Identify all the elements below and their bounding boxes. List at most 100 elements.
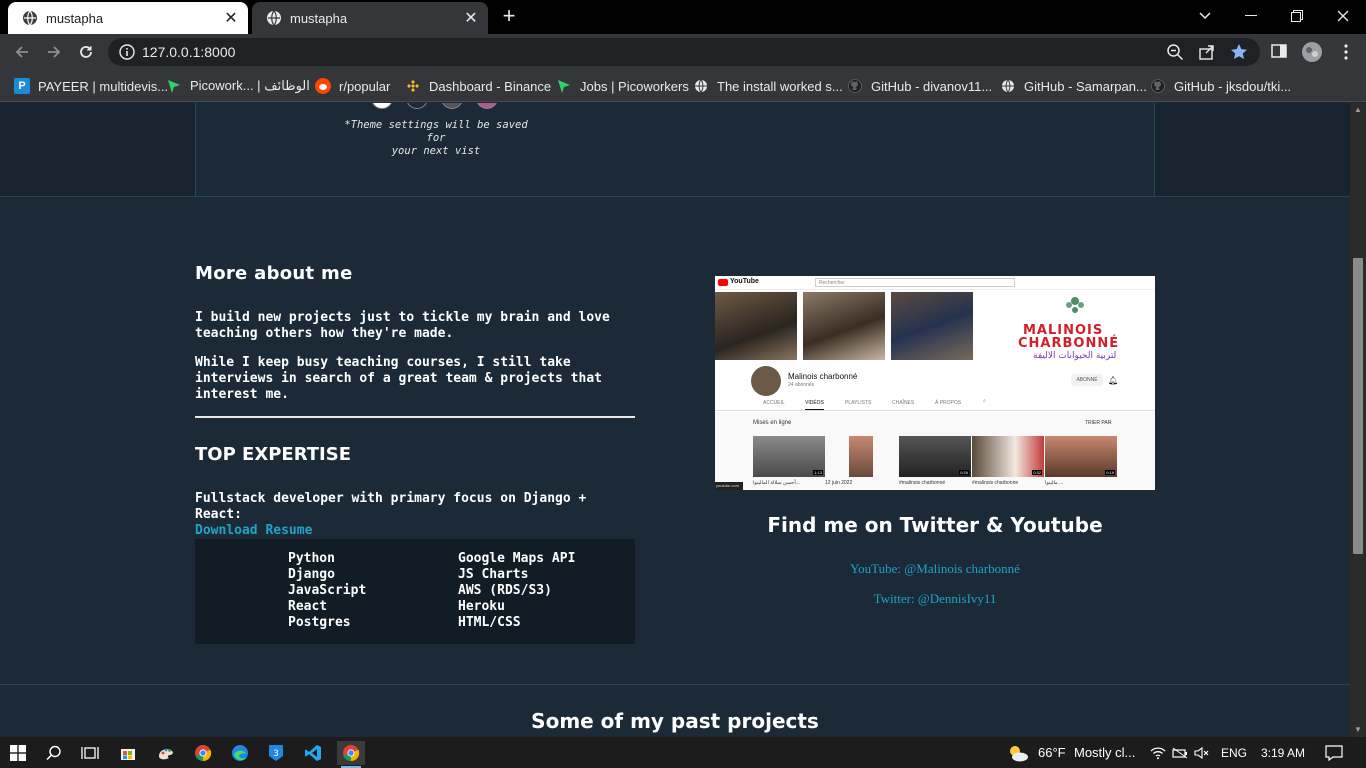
- bookmark-label: Jobs | Picoworkers: [580, 78, 689, 94]
- bookmark-github-divanov[interactable]: GitHub - divanov11...: [847, 76, 992, 96]
- yt-tab: VIDÉOS: [805, 400, 824, 410]
- windows-taskbar: 3 66°F Mostly cl... ENG 3:19 AM: [0, 737, 1366, 768]
- about-column: More about me I build new projects just …: [195, 263, 635, 644]
- weather-icon[interactable]: [1004, 741, 1032, 765]
- clock[interactable]: 3:19 AM: [1261, 746, 1305, 760]
- theme-dark-swatch[interactable]: [441, 103, 463, 109]
- weather-temperature[interactable]: 66°F: [1038, 745, 1066, 760]
- bookmark-reddit[interactable]: r/popular: [315, 76, 390, 96]
- notification-center-icon[interactable]: [1320, 741, 1348, 765]
- address-bar[interactable]: 127.0.0.1:8000: [108, 38, 1260, 66]
- task-view-icon[interactable]: [76, 741, 104, 765]
- download-resume-link[interactable]: Download Resume: [195, 523, 635, 538]
- edge-icon[interactable]: [226, 741, 254, 765]
- wifi-icon[interactable]: [1148, 741, 1168, 765]
- youtube-link[interactable]: YouTube: @Malinois charbonné: [715, 561, 1155, 577]
- skill-item: Postgres: [288, 615, 351, 630]
- language-indicator[interactable]: ENG: [1221, 746, 1247, 760]
- bookmark-label: GitHub - Samarpan...: [1024, 78, 1147, 94]
- malinois-logo-icon: [1063, 295, 1087, 317]
- yt-video-thumb: 0:19: [1045, 436, 1117, 477]
- about-heading: More about me: [195, 263, 353, 284]
- scrollbar-thumb[interactable]: [1353, 258, 1363, 554]
- section-divider: [0, 684, 1350, 685]
- profile-avatar[interactable]: [1302, 42, 1322, 62]
- zoom-icon[interactable]: [1166, 43, 1184, 61]
- vscode-icon[interactable]: [299, 741, 327, 765]
- text-line: interest me.: [195, 387, 289, 402]
- close-window-button[interactable]: [1320, 0, 1366, 32]
- theme-blue-swatch[interactable]: [406, 103, 428, 109]
- theme-note: *Theme settings will be saved for your n…: [336, 119, 536, 158]
- close-tab-icon[interactable]: ✕: [460, 7, 482, 29]
- bookmark-payeer[interactable]: P PAYEER | multidevis...: [14, 76, 168, 96]
- skill-item: React: [288, 599, 328, 614]
- yt-corner-label: youtube.com: [715, 482, 743, 490]
- yt-duration: 0:19: [1105, 470, 1115, 475]
- site-info-icon[interactable]: [118, 43, 136, 61]
- paint-icon[interactable]: [152, 741, 180, 765]
- text-line: interviews in search of a great team & p…: [195, 371, 602, 386]
- banner-title: CHARBONNÉ: [1018, 336, 1120, 351]
- search-icon[interactable]: [40, 741, 68, 765]
- yt-duration: 0:26: [959, 470, 969, 475]
- scroll-down-arrow-icon[interactable]: ▼: [1350, 723, 1366, 737]
- close-tab-icon[interactable]: ✕: [220, 7, 242, 29]
- chrome-icon[interactable]: [189, 741, 217, 765]
- tab-search-chevron-icon[interactable]: [1182, 0, 1228, 32]
- yt-sort-label: TRIER PAR: [1085, 420, 1112, 426]
- battery-icon[interactable]: [1170, 741, 1190, 765]
- share-icon[interactable]: [1198, 43, 1216, 61]
- twitter-link[interactable]: Twitter: @DennisIvy11: [715, 591, 1155, 607]
- bookmark-label: Picowork... | الوظائف: [190, 78, 310, 93]
- bookmark-jobs-picoworkers[interactable]: Jobs | Picoworkers: [556, 76, 689, 96]
- page-scrollbar[interactable]: ▲ ▼: [1350, 103, 1366, 737]
- skill-item: Heroku: [458, 599, 505, 614]
- page-viewport: *Theme settings will be saved for your n…: [0, 103, 1350, 737]
- browser-tab-1[interactable]: mustapha ✕: [8, 2, 248, 34]
- bookmark-binance[interactable]: Dashboard - Binance: [405, 76, 551, 96]
- bookmark-label: GitHub - divanov11...: [871, 78, 993, 94]
- forward-button[interactable]: [42, 40, 66, 64]
- restore-button[interactable]: [1274, 0, 1320, 32]
- text-line: I build new projects just to tickle my b…: [195, 310, 610, 325]
- skill-item: JS Charts: [458, 567, 529, 582]
- expertise-focus: Fullstack developer with primary focus o…: [195, 491, 587, 522]
- bookmark-star-icon[interactable]: [1230, 43, 1248, 61]
- url-text[interactable]: 127.0.0.1:8000: [142, 44, 235, 60]
- back-button[interactable]: [10, 40, 34, 64]
- bell-icon: 🔔︎: [1108, 376, 1119, 385]
- bookmark-github-jksdou[interactable]: GitHub - jksdou/tki...: [1150, 76, 1291, 96]
- skills-list-left: Python Django JavaScript React Postgres: [288, 551, 366, 631]
- microsoft-store-icon[interactable]: [114, 741, 142, 765]
- new-tab-button[interactable]: +: [498, 5, 520, 28]
- chrome-active-icon[interactable]: [337, 741, 365, 768]
- yt-video-title: #malinois charbonné: [899, 480, 946, 486]
- bookmark-install-worked[interactable]: The install worked s...: [693, 76, 843, 96]
- browser-tab-strip: mustapha ✕ mustapha ✕ +: [0, 0, 1366, 34]
- weather-description[interactable]: Mostly cl...: [1074, 745, 1135, 760]
- scroll-up-arrow-icon[interactable]: ▲: [1350, 103, 1366, 117]
- yt-videos-section: Mises en ligne TRIER PAR 1:13 0:26 0:32 …: [715, 412, 1155, 490]
- globe-icon: [1000, 78, 1016, 94]
- search-icon: ⌕: [983, 398, 986, 404]
- section-divider: [195, 416, 635, 418]
- about-paragraph-2: While I keep busy teaching courses, I st…: [195, 355, 635, 403]
- bookmark-github-samarpan[interactable]: GitHub - Samarpan...: [1000, 76, 1147, 96]
- yt-tab: ACCUEIL: [763, 400, 785, 406]
- binance-icon: [405, 78, 421, 94]
- app-3-icon[interactable]: 3: [262, 741, 290, 765]
- theme-light-swatch[interactable]: [371, 103, 393, 109]
- windows-start-icon[interactable]: [4, 741, 32, 765]
- browser-tab-2[interactable]: mustapha ✕: [252, 2, 488, 34]
- bookmark-picowork[interactable]: Picowork... | الوظائف: [166, 76, 310, 96]
- theme-purple-swatch[interactable]: [476, 103, 498, 109]
- volume-muted-icon[interactable]: [1192, 741, 1212, 765]
- bookmark-label: r/popular: [339, 78, 391, 94]
- yt-header: YouTube Rechercher: [715, 276, 1155, 290]
- menu-kebab-icon[interactable]: [1336, 42, 1356, 62]
- minimize-button[interactable]: [1228, 0, 1274, 32]
- side-panel-icon[interactable]: [1270, 42, 1290, 62]
- yt-video-title: #malinois charbonne: [972, 480, 1019, 486]
- reload-button[interactable]: [74, 40, 98, 64]
